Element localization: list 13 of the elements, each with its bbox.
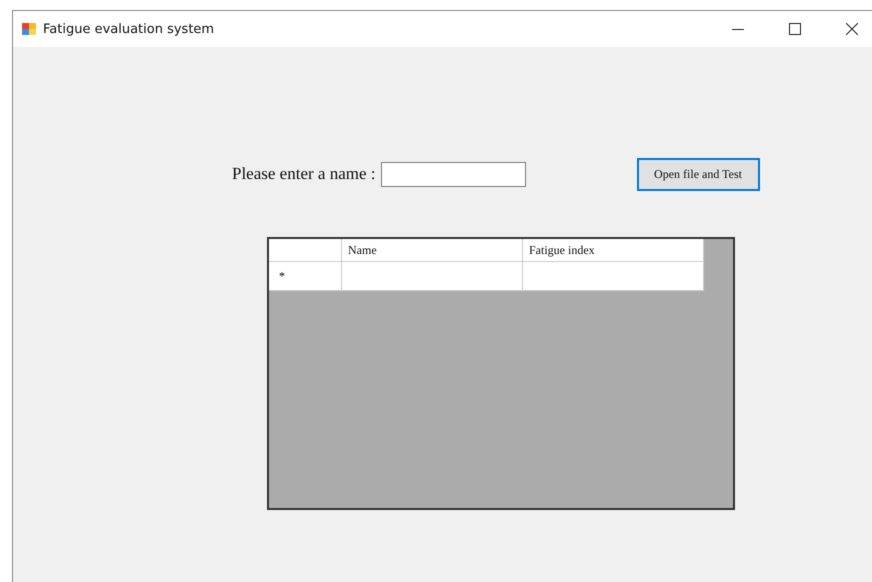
close-icon[interactable] bbox=[846, 23, 858, 35]
window-title: Fatigue evaluation system bbox=[43, 22, 214, 36]
new-row-marker: * bbox=[278, 269, 285, 283]
table-cell[interactable] bbox=[342, 262, 523, 291]
maximize-icon[interactable] bbox=[789, 23, 801, 35]
column-header[interactable]: Name bbox=[342, 239, 523, 262]
column-header[interactable]: Fatigue index bbox=[523, 239, 704, 262]
app-icon bbox=[21, 21, 37, 37]
name-label: Please enter a name : bbox=[232, 164, 376, 184]
row-header[interactable]: * bbox=[269, 262, 342, 291]
name-input-field[interactable] bbox=[380, 162, 526, 186]
table-cell[interactable] bbox=[523, 262, 704, 291]
open-file-button[interactable]: Open file and Test bbox=[636, 158, 760, 190]
